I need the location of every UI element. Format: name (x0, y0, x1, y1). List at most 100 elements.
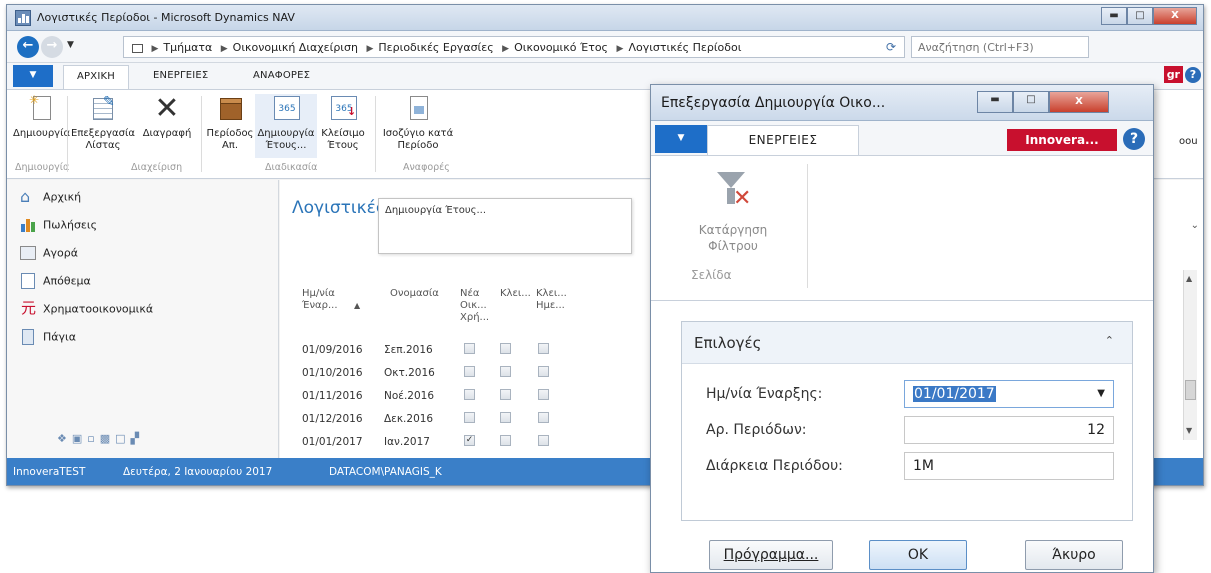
cell-name: Δεκ.2016 (384, 413, 434, 425)
column-start-date[interactable]: Ημ/νία Έναρ... (302, 288, 338, 312)
breadcrumb-item[interactable]: Οικονομικό Έτος (514, 41, 608, 54)
closed-checkbox[interactable] (500, 343, 511, 354)
ribbon-separator (67, 96, 68, 172)
nav-shortcut-icons[interactable]: ❖▣▫▩□▞ (57, 432, 144, 445)
refresh-icon[interactable]: ⟳ (886, 40, 896, 54)
new-year-checkbox[interactable] (464, 366, 475, 377)
financial-icon: 元 (21, 299, 37, 317)
breadcrumb-separator-icon: ▶ (366, 44, 374, 54)
window-list-icon[interactable] (132, 43, 143, 53)
back-arrow-icon[interactable]: ← (17, 36, 39, 58)
clear-filter-label-1: Κατάργηση (698, 223, 768, 237)
clear-filter-button[interactable]: ✕ Κατάργηση Φίλτρου (673, 170, 793, 254)
help-icon[interactable]: ? (1185, 66, 1201, 83)
ribbon-right-partial-label: oou (1179, 136, 1198, 147)
application-menu-button[interactable]: ▼ (13, 65, 53, 87)
search-input[interactable] (912, 37, 1088, 57)
search-box[interactable] (911, 36, 1089, 58)
period-length-field[interactable]: 1M (904, 452, 1114, 480)
vertical-scrollbar[interactable]: ▲ ▼ (1183, 270, 1197, 440)
table-row[interactable]: 01/01/2017 Ιαν.2017 ✓ (300, 432, 640, 452)
history-dropdown-icon[interactable]: ▼ (67, 40, 74, 50)
close-year-label-1: Κλείσιμο (321, 128, 365, 139)
dialog-maximize-button[interactable]: □ (1013, 91, 1049, 113)
group-label-reports: Αναφορές (403, 162, 450, 173)
trial-balance-label-1: Ισοζύγιο κατά (382, 128, 454, 139)
breadcrumb-item[interactable]: Περιοδικές Εργασίες (378, 41, 493, 54)
dialog-menu-button[interactable]: ▼ (655, 125, 707, 153)
scroll-thumb[interactable] (1185, 380, 1196, 400)
breadcrumb-item[interactable]: Λογιστικές Περίοδοι (628, 41, 741, 54)
chevron-down-icon[interactable]: ▼ (1097, 381, 1105, 407)
closed-date-checkbox[interactable] (538, 343, 549, 354)
nav-item-sales[interactable]: Πωλήσεις (19, 216, 97, 238)
column-start-date-label-2: Έναρ... (302, 300, 338, 311)
table-row[interactable]: 01/10/2016 Οκτ.2016 (300, 363, 640, 383)
closed-date-checkbox[interactable] (538, 435, 549, 446)
breadcrumb-item[interactable]: Τμήματα (163, 41, 212, 54)
tab-actions[interactable]: ΕΝΕΡΓΕΙΕΣ (153, 70, 208, 81)
scroll-up-icon[interactable]: ▲ (1186, 274, 1192, 283)
nav-item-fixed-assets[interactable]: Πάγια (19, 328, 76, 350)
column-new-year[interactable]: Νέα Οικ... Χρή... (460, 288, 489, 324)
grid-header: Ημ/νία Έναρ... ▲ Ονομασία Νέα Οικ... Χρή… (280, 270, 640, 340)
collapse-chevron-icon[interactable]: ⌃ (1105, 334, 1114, 347)
table-row[interactable]: 01/12/2016 Δεκ.2016 (300, 409, 640, 429)
breadcrumb-item[interactable]: Οικονομική Διαχείριση (233, 41, 358, 54)
program-button[interactable]: Πρόγραμμα... (709, 540, 833, 570)
period-chest-icon (214, 94, 246, 124)
dialog-minimize-button[interactable]: ▬ (977, 91, 1013, 113)
dialog-help-icon[interactable]: ? (1123, 128, 1145, 150)
tab-home[interactable]: ΑΡΧΙΚΗ (63, 65, 129, 89)
new-button[interactable]: ✳ Δημιουργία (13, 94, 70, 140)
sales-chart-icon (19, 216, 37, 234)
closed-date-checkbox[interactable] (538, 389, 549, 400)
new-year-checkbox[interactable] (464, 412, 475, 423)
column-closed-date[interactable]: Κλει... Ημε... (536, 288, 567, 312)
period-acc-button[interactable]: Περίοδος Απ. (205, 94, 255, 152)
nav-item-purchase[interactable]: Αγορά (19, 244, 78, 266)
cancel-button[interactable]: Άκυρο (1025, 540, 1123, 570)
ok-button[interactable]: OK (869, 540, 967, 570)
column-name[interactable]: Ονομασία (390, 288, 439, 300)
nav-item-home[interactable]: ⌂ Αρχική (19, 188, 81, 210)
delete-button[interactable]: ✕ Διαγραφή (137, 94, 197, 140)
innovera-brand-label: Innovera... (1007, 129, 1117, 151)
new-year-checkbox[interactable] (464, 343, 475, 354)
table-row[interactable]: 01/09/2016 Σεπ.2016 (300, 340, 640, 360)
new-year-checkbox[interactable] (464, 389, 475, 400)
close-button[interactable]: X (1153, 7, 1197, 25)
dialog-title-bar: Επεξεργασία Δημιουργία Οικο... ▬ □ X (651, 85, 1153, 121)
options-header[interactable]: Επιλογές ⌃ (682, 322, 1132, 364)
closed-checkbox[interactable] (500, 435, 511, 446)
close-year-button[interactable]: 365 ↓ Κλείσιμο Έτους (317, 94, 369, 152)
create-year-label-2: Έτους... (265, 140, 307, 151)
create-year-dialog: Επεξεργασία Δημιουργία Οικο... ▬ □ X ▼ Ε… (650, 84, 1154, 573)
column-closed[interactable]: Κλει... (500, 288, 531, 300)
closed-date-checkbox[interactable] (538, 366, 549, 377)
dialog-tab-actions[interactable]: ΕΝΕΡΓΕΙΕΣ (707, 125, 859, 155)
trial-balance-button[interactable]: Ισοζύγιο κατά Περίοδο (379, 94, 457, 152)
new-year-checkbox[interactable]: ✓ (464, 435, 475, 446)
address-bar: ← → ▼ ▶ Τμήματα ▶ Οικονομική Διαχείριση ▶ Π… (7, 31, 1203, 63)
scroll-down-icon[interactable]: ▼ (1186, 426, 1192, 435)
delete-label: Διαγραφή (142, 128, 192, 139)
closed-date-checkbox[interactable] (538, 412, 549, 423)
nav-item-financial[interactable]: 元 Χρηματοοικονομικά (19, 300, 153, 322)
periods-field[interactable]: 12 (904, 416, 1114, 444)
minimize-button[interactable]: ▬ (1101, 7, 1127, 25)
chevron-down-icon[interactable]: ⌄ (1191, 220, 1199, 231)
tab-reports[interactable]: ΑΝΑΦΟΡΕΣ (253, 70, 310, 81)
edit-list-button[interactable]: ✎ Επεξεργασία Λίστας (69, 94, 137, 152)
start-date-field[interactable]: 01/01/2017 ▼ (904, 380, 1114, 408)
start-date-row: Ημ/νία Έναρξης: 01/01/2017 ▼ (694, 378, 1124, 410)
closed-checkbox[interactable] (500, 412, 511, 423)
closed-checkbox[interactable] (500, 389, 511, 400)
create-year-button[interactable]: 365 Δημιουργία Έτους... (255, 94, 317, 158)
nav-item-inventory[interactable]: Απόθεμα (19, 272, 91, 294)
maximize-button[interactable]: □ (1127, 7, 1153, 25)
closed-checkbox[interactable] (500, 366, 511, 377)
forward-arrow-icon[interactable]: → (41, 36, 63, 58)
table-row[interactable]: 01/11/2016 Νοέ.2016 (300, 386, 640, 406)
dialog-close-button[interactable]: X (1049, 91, 1109, 113)
